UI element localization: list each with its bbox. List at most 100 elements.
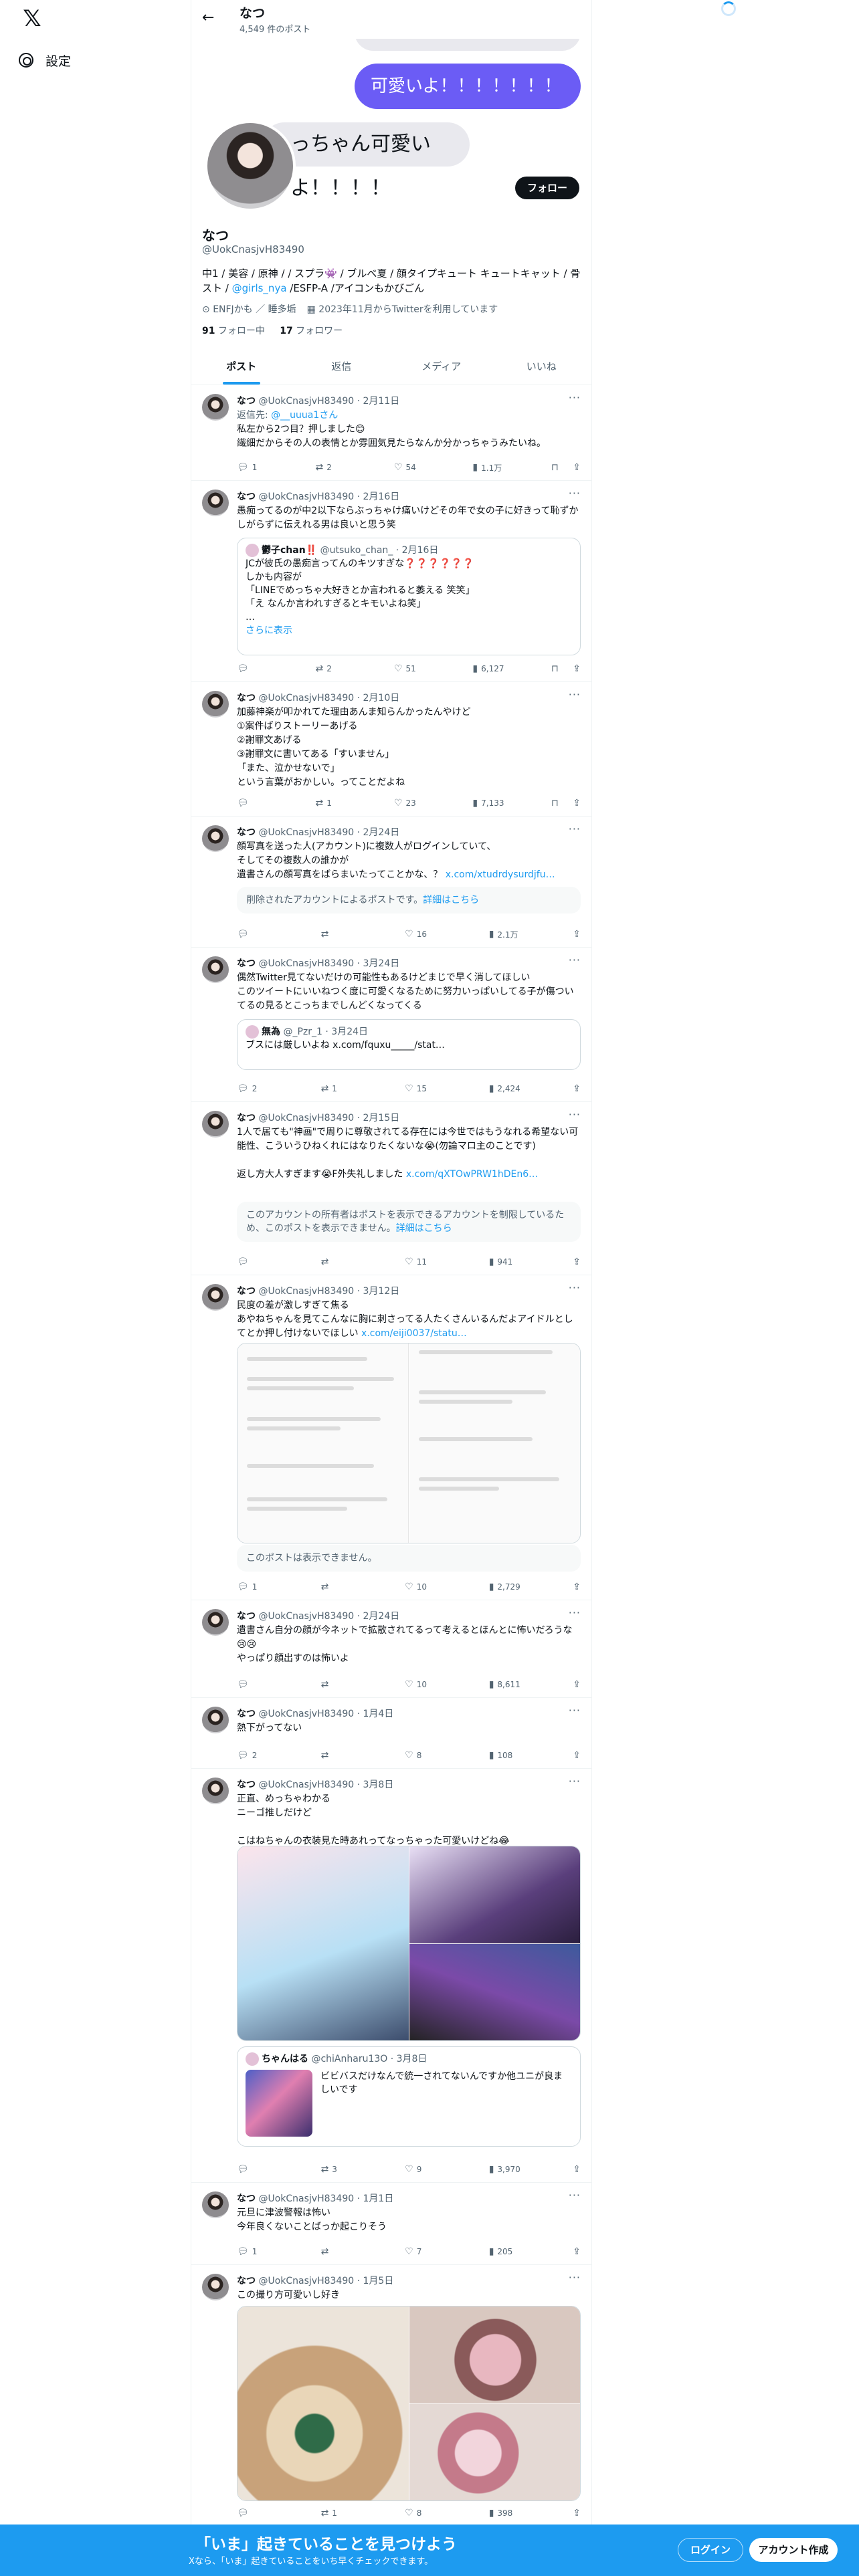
more-options-icon[interactable]: ···	[569, 1108, 581, 1121]
media-image[interactable]	[237, 1846, 409, 2040]
views-button[interactable]: ▮ 941	[489, 1255, 529, 1269]
quoted-post[interactable]: 無為 @_Pzr_1 · 3月24日 ブスには厳しいよね x.com/fquxu…	[237, 1019, 581, 1070]
post-author-handle[interactable]: @UokCnasjvH83490	[258, 1780, 354, 1790]
media-image[interactable]	[409, 1846, 580, 1943]
reply-button[interactable]: 💬︎ 2	[237, 1748, 277, 1763]
post-date[interactable]: 1月1日	[363, 2193, 394, 2204]
post-author-name[interactable]: なつ	[237, 958, 256, 969]
avatar[interactable]	[202, 825, 229, 852]
post-date[interactable]: 3月8日	[363, 1780, 394, 1790]
like-button[interactable]: ♡ 51	[394, 661, 434, 676]
post-author-handle[interactable]: @UokCnasjvH83490	[258, 1113, 354, 1123]
post-item[interactable]: なつ @UokCnasjvH83490 · 3月24日 ··· 偶然Twitte…	[191, 948, 591, 1102]
more-options-icon[interactable]: ···	[569, 954, 581, 966]
post-date[interactable]: 1月4日	[363, 1709, 394, 1719]
post-date[interactable]: 1月5日	[363, 2276, 394, 2286]
post-date[interactable]: 3月24日	[363, 958, 400, 969]
retweet-button[interactable]: ⇄ 1	[321, 2506, 361, 2520]
avatar[interactable]	[202, 1778, 229, 1804]
media-image[interactable]	[409, 1944, 580, 2040]
avatar[interactable]	[202, 490, 229, 516]
post-item[interactable]: なつ @UokCnasjvH83490 · 1月4日 ··· 熱下がってない 💬…	[191, 1699, 591, 1769]
login-button[interactable]: ログイン	[678, 2538, 743, 2562]
post-item[interactable]: なつ @UokCnasjvH83490 · 3月12日 ··· 民度の差が激しす…	[191, 1276, 591, 1600]
share-button[interactable]: ⇪	[573, 927, 581, 942]
share-button[interactable]: ⇪	[573, 2506, 581, 2520]
post-date[interactable]: 3月12日	[363, 1286, 400, 1297]
views-button[interactable]: ▮ 2,424	[489, 1081, 529, 1096]
quoted-post[interactable]: ちゃんはる @chiAnharu13O · 3月8日 ビビバスだけなんで統一され…	[237, 2046, 581, 2147]
like-button[interactable]: ♡ 54	[394, 460, 434, 475]
post-item[interactable]: なつ @UokCnasjvH83490 · 2月24日 ··· 遺書さん自分の顔…	[191, 1601, 591, 1698]
post-author-name[interactable]: なつ	[237, 693, 256, 704]
media-image[interactable]	[409, 2404, 580, 2500]
following-link[interactable]: 91 フォロー中	[202, 326, 265, 336]
post-author-handle[interactable]: @UokCnasjvH83490	[258, 2193, 354, 2204]
post-author-name[interactable]: なつ	[237, 1780, 256, 1790]
reply-button[interactable]: 💬︎ 1	[237, 1580, 277, 1594]
x-logo-icon[interactable]: 𝕏	[20, 7, 44, 31]
views-button[interactable]: ▮ 3,970	[489, 2162, 529, 2177]
retweet-button[interactable]: ⇄	[321, 1748, 361, 1763]
views-button[interactable]: ▮ 7,133	[472, 796, 512, 811]
post-media-screenshot[interactable]	[237, 1343, 581, 1543]
avatar[interactable]	[202, 2274, 229, 2300]
retweet-button[interactable]: ⇄	[321, 1677, 361, 1692]
like-button[interactable]: ♡ 8	[405, 2506, 445, 2520]
follow-button[interactable]: フォロー	[515, 177, 579, 199]
tab-likes[interactable]: いいね	[492, 348, 592, 385]
like-button[interactable]: ♡ 8	[405, 1748, 445, 1763]
share-button[interactable]: ⇪	[573, 1748, 581, 1763]
retweet-button[interactable]: ⇄ 2	[315, 460, 355, 475]
media-image[interactable]	[237, 2306, 409, 2500]
views-button[interactable]: ▮ 2,729	[489, 1580, 529, 1594]
post-link[interactable]: x.com/eiji0037/statu…	[361, 1328, 467, 1339]
more-options-icon[interactable]: ···	[569, 1281, 581, 1294]
more-options-icon[interactable]: ···	[569, 1704, 581, 1717]
share-button[interactable]: ⇪	[573, 2162, 581, 2177]
avatar[interactable]	[202, 1111, 229, 1138]
signup-button[interactable]: アカウント作成	[749, 2538, 838, 2562]
post-author-handle[interactable]: @UokCnasjvH83490	[258, 1709, 354, 1719]
share-icon[interactable]: ⇪	[573, 798, 581, 809]
post-author-name[interactable]: なつ	[237, 2276, 256, 2286]
views-button[interactable]: ▮ 108	[489, 1748, 529, 1763]
reply-to-link[interactable]: @__uuua1さん	[271, 410, 338, 421]
retweet-button[interactable]: ⇄ 1	[321, 1081, 361, 1096]
avatar[interactable]	[202, 956, 229, 983]
post-media-grid[interactable]	[237, 2306, 581, 2501]
avatar[interactable]	[202, 1707, 229, 1733]
more-options-icon[interactable]: ···	[569, 2271, 581, 2284]
profile-avatar[interactable]	[205, 120, 296, 211]
post-date[interactable]: 2月24日	[363, 827, 400, 838]
views-button[interactable]: ▮ 8,611	[489, 1677, 529, 1692]
post-author-handle[interactable]: @UokCnasjvH83490	[258, 396, 354, 407]
tab-posts[interactable]: ポスト	[191, 348, 292, 385]
post-author-handle[interactable]: @UokCnasjvH83490	[258, 958, 354, 969]
more-options-icon[interactable]: ···	[569, 1775, 581, 1788]
like-button[interactable]: ♡ 7	[405, 2244, 445, 2259]
post-media-grid[interactable]	[237, 1846, 581, 2041]
post-author-handle[interactable]: @UokCnasjvH83490	[258, 2276, 354, 2286]
post-author-handle[interactable]: @UokCnasjvH83490	[258, 1286, 354, 1297]
reply-button[interactable]: 💬︎	[237, 1255, 277, 1269]
post-date[interactable]: 2月10日	[363, 693, 400, 704]
post-author-name[interactable]: なつ	[237, 492, 256, 502]
back-arrow-icon[interactable]: ←	[202, 9, 214, 26]
views-button[interactable]: ▮ 1.1万	[472, 460, 512, 475]
reply-button[interactable]: 💬︎ 2	[237, 1081, 277, 1096]
like-button[interactable]: ♡ 15	[405, 1081, 445, 1096]
post-author-name[interactable]: なつ	[237, 1113, 256, 1123]
like-button[interactable]: ♡ 10	[405, 1677, 445, 1692]
retweet-button[interactable]: ⇄	[321, 1255, 361, 1269]
retweet-button[interactable]: ⇄	[321, 2244, 361, 2259]
like-button[interactable]: ♡ 16	[405, 927, 445, 942]
reply-button[interactable]: 💬︎	[237, 2162, 277, 2177]
more-options-icon[interactable]: ···	[569, 391, 581, 404]
like-button[interactable]: ♡ 9	[405, 2162, 445, 2177]
more-options-icon[interactable]: ···	[569, 823, 581, 835]
post-item[interactable]: なつ @UokCnasjvH83490 · 3月8日 ··· 正直、めっちゃわか…	[191, 1769, 591, 2183]
post-link[interactable]: x.com/qXTOwPRW1hDEn6…	[406, 1169, 538, 1180]
post-date[interactable]: 2月11日	[363, 396, 400, 407]
retweet-button[interactable]: ⇄ 1	[315, 796, 355, 811]
